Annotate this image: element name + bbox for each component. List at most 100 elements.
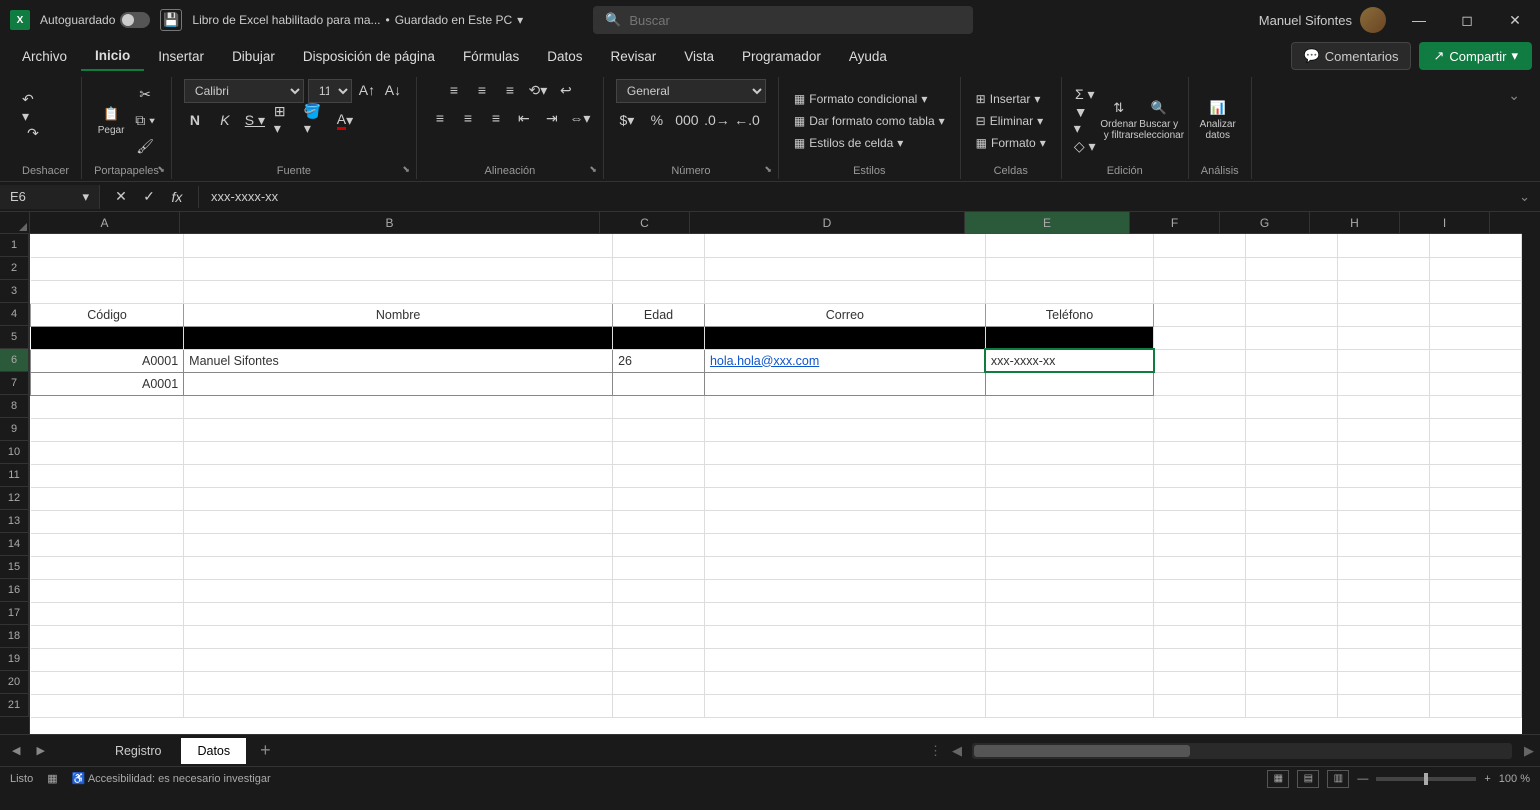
cell-F6[interactable] — [1154, 349, 1246, 372]
autosave-toggle[interactable]: Autoguardado — [40, 12, 150, 28]
cell-H3[interactable] — [1338, 280, 1430, 303]
cell-E3[interactable] — [985, 280, 1154, 303]
cell-E8[interactable] — [985, 395, 1154, 418]
horizontal-scrollbar[interactable] — [972, 743, 1512, 759]
align-bottom-icon[interactable]: ≡ — [499, 79, 521, 101]
cell-A19[interactable] — [31, 648, 184, 671]
increase-decimal-icon[interactable]: .0→ — [706, 109, 728, 131]
row-header-18[interactable]: 18 — [0, 625, 29, 648]
cell-F17[interactable] — [1154, 602, 1246, 625]
cell-B11[interactable] — [184, 464, 613, 487]
minimize-button[interactable]: — — [1404, 5, 1434, 35]
cell-E19[interactable] — [985, 648, 1154, 671]
col-header-D[interactable]: D — [690, 212, 965, 234]
col-header-F[interactable]: F — [1130, 212, 1220, 234]
cell-C6[interactable]: 26 — [613, 349, 705, 372]
cell-F4[interactable] — [1154, 303, 1246, 326]
cell-H16[interactable] — [1338, 579, 1430, 602]
collapse-ribbon-icon[interactable]: ⌄ — [1498, 77, 1530, 179]
percent-icon[interactable]: % — [646, 109, 668, 131]
cell-D15[interactable] — [704, 556, 985, 579]
cell-B1[interactable] — [184, 234, 613, 257]
cell-grid[interactable]: CódigoNombreEdadCorreoTeléfonoA0001Manue… — [30, 234, 1522, 734]
macros-icon[interactable]: ▦ — [47, 772, 57, 785]
col-header-E[interactable]: E — [965, 212, 1130, 234]
row-header-13[interactable]: 13 — [0, 510, 29, 533]
col-header-B[interactable]: B — [180, 212, 600, 234]
normal-view-icon[interactable]: ▦ — [1267, 770, 1289, 788]
merge-icon[interactable]: ⇔▾ — [569, 107, 591, 129]
cell-G1[interactable] — [1246, 234, 1338, 257]
cell-C17[interactable] — [613, 602, 705, 625]
cell-E12[interactable] — [985, 487, 1154, 510]
cell-H20[interactable] — [1338, 671, 1430, 694]
cell-C3[interactable] — [613, 280, 705, 303]
cell-H5[interactable] — [1338, 326, 1430, 349]
cell-F9[interactable] — [1154, 418, 1246, 441]
autosum-icon[interactable]: Σ ▾ — [1074, 84, 1096, 106]
cell-I5[interactable] — [1430, 326, 1522, 349]
cell-H10[interactable] — [1338, 441, 1430, 464]
cell-I20[interactable] — [1430, 671, 1522, 694]
cell-C8[interactable] — [613, 395, 705, 418]
cell-C4[interactable]: Edad — [613, 303, 705, 326]
accept-formula-icon[interactable]: ✓ — [138, 186, 160, 208]
cell-E6[interactable]: xxx-xxxx-xx — [985, 349, 1154, 372]
cell-F12[interactable] — [1154, 487, 1246, 510]
tab-formulas[interactable]: Fórmulas — [449, 43, 533, 70]
col-header-C[interactable]: C — [600, 212, 690, 234]
cell-H11[interactable] — [1338, 464, 1430, 487]
cell-B16[interactable] — [184, 579, 613, 602]
cell-G11[interactable] — [1246, 464, 1338, 487]
cell-A13[interactable] — [31, 510, 184, 533]
cell-H7[interactable] — [1338, 372, 1430, 395]
cell-C14[interactable] — [613, 533, 705, 556]
cell-D13[interactable] — [704, 510, 985, 533]
cell-E2[interactable] — [985, 257, 1154, 280]
cell-E21[interactable] — [985, 694, 1154, 717]
row-header-19[interactable]: 19 — [0, 648, 29, 671]
cell-A10[interactable] — [31, 441, 184, 464]
cell-D10[interactable] — [704, 441, 985, 464]
cell-I11[interactable] — [1430, 464, 1522, 487]
row-header-8[interactable]: 8 — [0, 395, 29, 418]
cell-A9[interactable] — [31, 418, 184, 441]
cell-A14[interactable] — [31, 533, 184, 556]
cell-D12[interactable] — [704, 487, 985, 510]
cell-D7[interactable] — [704, 372, 985, 395]
cell-B2[interactable] — [184, 257, 613, 280]
search-input[interactable] — [629, 13, 961, 28]
border-icon[interactable]: ⊞ ▾ — [274, 109, 296, 131]
search-box[interactable]: 🔍 — [593, 6, 973, 34]
align-middle-icon[interactable]: ≡ — [471, 79, 493, 101]
cell-G16[interactable] — [1246, 579, 1338, 602]
cell-E18[interactable] — [985, 625, 1154, 648]
accessibility-status[interactable]: ♿ Accesibilidad: es necesario investigar — [72, 772, 271, 785]
cell-H12[interactable] — [1338, 487, 1430, 510]
cell-A2[interactable] — [31, 257, 184, 280]
cell-I3[interactable] — [1430, 280, 1522, 303]
conditional-format-button[interactable]: ▦ Formato condicional ▾ — [791, 90, 948, 108]
cell-H13[interactable] — [1338, 510, 1430, 533]
tab-archivo[interactable]: Archivo — [8, 43, 81, 70]
tab-inicio[interactable]: Inicio — [81, 42, 144, 71]
cell-C21[interactable] — [613, 694, 705, 717]
tab-dibujar[interactable]: Dibujar — [218, 43, 289, 70]
row-header-7[interactable]: 7 — [0, 372, 29, 395]
row-header-5[interactable]: 5 — [0, 326, 29, 349]
cell-I13[interactable] — [1430, 510, 1522, 533]
cell-C19[interactable] — [613, 648, 705, 671]
italic-icon[interactable]: K — [214, 109, 236, 131]
close-button[interactable]: ✕ — [1500, 5, 1530, 35]
orientation-icon[interactable]: ⟲▾ — [527, 79, 549, 101]
cell-D21[interactable] — [704, 694, 985, 717]
row-header-21[interactable]: 21 — [0, 694, 29, 717]
cell-I21[interactable] — [1430, 694, 1522, 717]
cell-F20[interactable] — [1154, 671, 1246, 694]
col-header-I[interactable]: I — [1400, 212, 1490, 234]
cell-A12[interactable] — [31, 487, 184, 510]
maximize-button[interactable]: ◻ — [1452, 5, 1482, 35]
cell-F1[interactable] — [1154, 234, 1246, 257]
tab-revisar[interactable]: Revisar — [596, 43, 670, 70]
col-header-H[interactable]: H — [1310, 212, 1400, 234]
